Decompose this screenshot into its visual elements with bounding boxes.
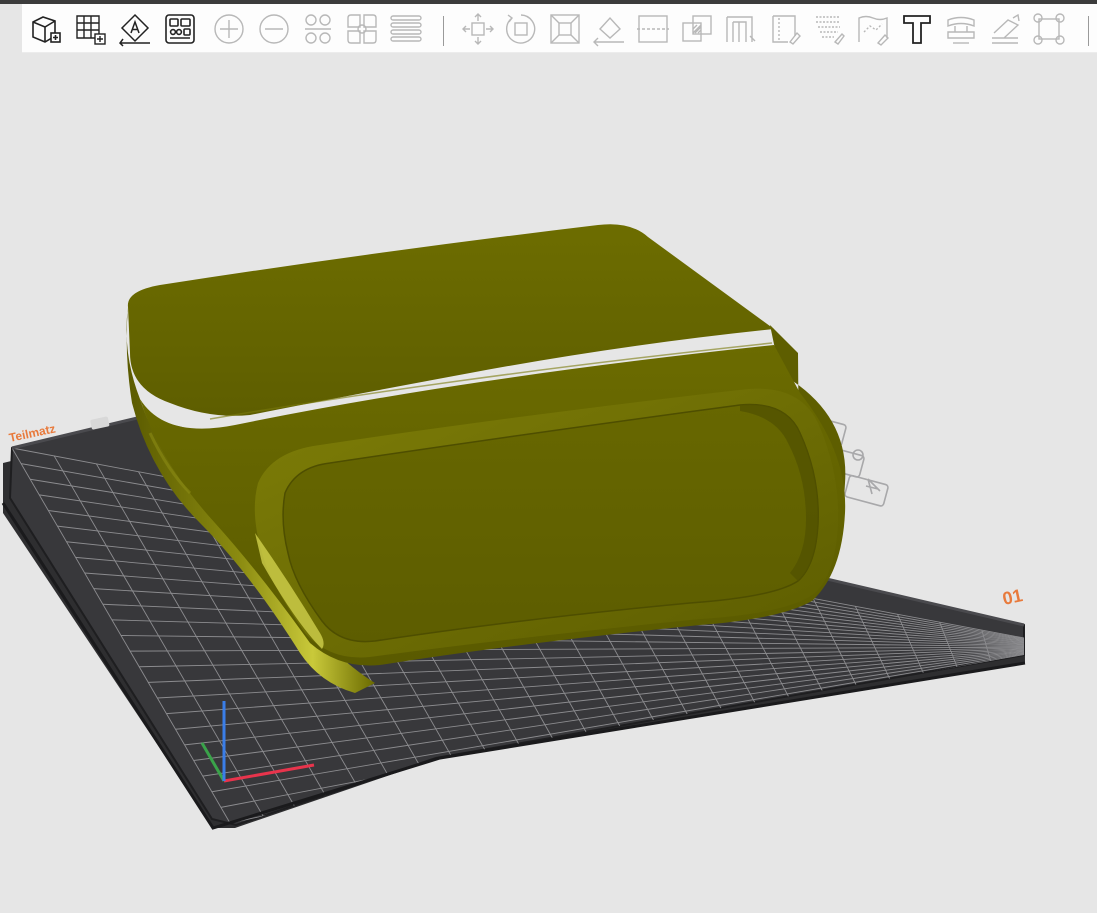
plus-circle-icon[interactable] — [210, 10, 248, 48]
boolean-icon[interactable] — [678, 10, 716, 48]
3d-viewport[interactable]: Teilmatz 01 — [0, 53, 1097, 913]
move-icon[interactable] — [459, 10, 497, 48]
auto-orient-icon[interactable] — [116, 10, 154, 48]
lay-on-face-icon[interactable] — [590, 10, 628, 48]
measure-icon[interactable] — [942, 10, 980, 48]
brim-ears-icon[interactable] — [1030, 10, 1068, 48]
scale-icon[interactable] — [546, 10, 584, 48]
text-icon[interactable] — [898, 10, 936, 48]
fuzzy-skin-icon[interactable] — [810, 10, 848, 48]
split-parts-icon[interactable] — [343, 10, 381, 48]
add-cube-icon[interactable] — [26, 10, 64, 48]
plate-number-label: 01 — [1001, 585, 1025, 609]
arrange-icon[interactable] — [161, 10, 199, 48]
color-paint-icon[interactable] — [854, 10, 892, 48]
main-toolbar — [22, 4, 1097, 53]
add-plate-grid-icon[interactable] — [71, 10, 109, 48]
toolbar-separator — [1088, 16, 1089, 46]
layers-icon[interactable] — [387, 10, 425, 48]
support-paint-icon[interactable] — [722, 10, 760, 48]
assembly-icon[interactable] — [986, 10, 1024, 48]
seam-paint-icon[interactable] — [766, 10, 804, 48]
toolbar-separator — [443, 16, 444, 46]
cut-icon[interactable] — [634, 10, 672, 48]
left-gutter — [0, 4, 22, 53]
minus-circle-icon[interactable] — [255, 10, 293, 48]
rotate-icon[interactable] — [502, 10, 540, 48]
split-objects-icon[interactable] — [299, 10, 337, 48]
